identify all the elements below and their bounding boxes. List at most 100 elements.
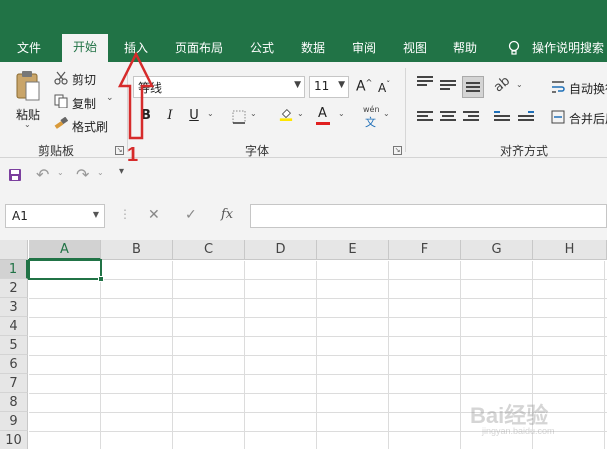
row-header-6[interactable]: 6 xyxy=(0,355,28,374)
italic-button[interactable]: I xyxy=(162,108,178,123)
name-box[interactable]: A1 ▼ xyxy=(5,204,105,228)
chevron-down-icon: ▼ xyxy=(338,80,345,90)
chevron-down-icon: ▼ xyxy=(294,80,301,90)
copy-button[interactable]: 复制 xyxy=(72,95,96,112)
font-name-select[interactable]: 等线 ▼ xyxy=(133,76,305,98)
orientation-icon[interactable]: ab xyxy=(491,74,513,96)
format-painter-button[interactable]: 格式刷 xyxy=(72,118,108,135)
row-header-1[interactable]: 1 xyxy=(0,260,28,279)
chevron-down-icon: ▼ xyxy=(92,210,99,219)
row-header-7[interactable]: 7 xyxy=(0,374,28,393)
row-header-8[interactable]: 8 xyxy=(0,393,28,412)
phonetic-guide-icon[interactable]: 文 xyxy=(365,114,376,130)
scissors-icon xyxy=(54,71,68,85)
borders-dropdown-icon[interactable]: ⌄ xyxy=(250,109,257,118)
fill-handle[interactable] xyxy=(98,276,104,282)
format-painter-icon xyxy=(54,117,68,129)
fill-color-dropdown-icon[interactable]: ⌄ xyxy=(297,109,304,118)
row-header-2[interactable]: 2 xyxy=(0,279,28,298)
insert-function-button[interactable]: fx xyxy=(221,207,233,222)
tab-view[interactable]: 视图 xyxy=(403,40,427,62)
font-color-bar xyxy=(316,122,330,125)
font-launcher-icon[interactable]: ↘ xyxy=(393,146,402,155)
borders-icon[interactable] xyxy=(232,110,246,124)
align-left-icon[interactable] xyxy=(417,111,433,125)
tab-help[interactable]: 帮助 xyxy=(453,40,477,62)
align-right-icon[interactable] xyxy=(463,111,479,125)
quick-access-toolbar: ↶ ⌄ ↷ ⌄ ▾ xyxy=(0,158,607,192)
copy-icon xyxy=(54,94,68,108)
font-size-select[interactable]: 11 ▼ xyxy=(309,76,349,98)
row-header-5[interactable]: 5 xyxy=(0,336,28,355)
redo-dropdown-icon[interactable]: ⌄ xyxy=(97,168,104,177)
column-header-g[interactable]: G xyxy=(461,240,533,260)
wrap-text-button[interactable]: 自动换行 xyxy=(569,80,607,97)
save-icon[interactable] xyxy=(8,168,22,182)
align-center-icon[interactable] xyxy=(440,111,456,125)
annotation-step-number: 1 xyxy=(127,144,139,166)
undo-icon[interactable]: ↶ xyxy=(36,165,49,184)
cancel-icon[interactable]: ✕ xyxy=(148,207,160,223)
tab-review[interactable]: 审阅 xyxy=(352,40,376,62)
column-header-c[interactable]: C xyxy=(173,240,245,260)
tab-data[interactable]: 数据 xyxy=(301,40,325,62)
increase-indent-icon[interactable] xyxy=(518,111,534,125)
middle-align-icon[interactable] xyxy=(440,80,456,94)
column-header-h[interactable]: H xyxy=(533,240,607,260)
underline-dropdown-icon[interactable]: ⌄ xyxy=(207,109,214,118)
orientation-dropdown-icon[interactable]: ⌄ xyxy=(516,80,523,89)
font-color-dropdown-icon[interactable]: ⌄ xyxy=(338,109,345,118)
tab-home[interactable]: 开始 xyxy=(62,34,109,62)
alignment-group-label: 对齐方式 xyxy=(500,144,549,158)
ribbon-tab-bar: 文件 开始 插入 页面布局 公式 数据 审阅 视图 帮助 操作说明搜索 xyxy=(0,0,607,62)
font-color-icon[interactable]: A xyxy=(318,106,327,121)
watermark-logo: Bai经验 jingyan.baidu.com xyxy=(462,392,582,436)
bottom-align-icon[interactable] xyxy=(462,76,484,98)
customize-qat-icon[interactable]: ▾ xyxy=(119,166,124,177)
tab-file[interactable]: 文件 xyxy=(17,40,41,62)
tab-page-layout[interactable]: 页面布局 xyxy=(175,40,223,62)
phonetic-label: wén xyxy=(363,105,380,114)
phonetic-dropdown-icon[interactable]: ⌄ xyxy=(383,109,390,118)
cut-button[interactable]: 剪切 xyxy=(72,71,96,88)
redo-icon[interactable]: ↷ xyxy=(76,165,89,184)
top-align-icon[interactable] xyxy=(417,76,433,90)
paste-icon[interactable] xyxy=(15,70,41,104)
row-header-10[interactable]: 10 xyxy=(0,431,28,449)
decrease-font-size-icon[interactable]: Aˇ xyxy=(378,80,390,95)
clipboard-launcher-icon[interactable]: ↘ xyxy=(115,146,124,155)
tell-me-search[interactable]: 操作说明搜索 xyxy=(532,40,604,62)
annotation-arrow-icon xyxy=(117,52,155,140)
paste-dropdown-icon[interactable]: ⌄ xyxy=(24,120,31,129)
column-header-d[interactable]: D xyxy=(245,240,317,260)
enter-icon[interactable]: ✓ xyxy=(185,207,197,223)
merge-center-button[interactable]: 合并后居中 xyxy=(569,110,607,127)
active-cell-a1[interactable] xyxy=(28,259,102,280)
column-header-f[interactable]: F xyxy=(389,240,461,260)
lightbulb-icon[interactable] xyxy=(507,40,521,56)
clipboard-group-label: 剪贴板 xyxy=(38,144,75,158)
increase-font-size-icon[interactable]: A^ xyxy=(356,78,372,95)
font-group-label: 字体 xyxy=(245,144,270,158)
group-divider xyxy=(405,68,406,152)
decrease-indent-icon[interactable] xyxy=(494,111,510,125)
column-header-b[interactable]: B xyxy=(101,240,173,260)
column-header-a[interactable]: A xyxy=(29,240,101,260)
row-header-3[interactable]: 3 xyxy=(0,298,28,317)
wrap-text-icon xyxy=(552,81,565,93)
fill-color-icon[interactable] xyxy=(279,107,293,121)
row-header-9[interactable]: 9 xyxy=(0,412,28,431)
tab-formulas[interactable]: 公式 xyxy=(250,40,274,62)
underline-button[interactable]: U xyxy=(186,108,202,123)
ribbon-home: 粘贴 ⌄ 剪切 复制 ⌄ 格式刷 剪贴板 ↘ 等线 ▼ 11 ▼ A^ Aˇ B… xyxy=(0,62,607,158)
merge-center-icon xyxy=(551,110,565,124)
row-header-4[interactable]: 4 xyxy=(0,317,28,336)
copy-dropdown-icon[interactable]: ⌄ xyxy=(106,93,114,103)
select-all-corner[interactable] xyxy=(0,240,28,260)
formula-input[interactable] xyxy=(250,204,607,228)
formula-bar: A1 ▼ ⋮ ✕ ✓ fx xyxy=(0,192,607,240)
watermark-url: jingyan.baidu.com xyxy=(482,426,555,436)
undo-dropdown-icon[interactable]: ⌄ xyxy=(57,168,64,177)
grip-icon: ⋮ xyxy=(119,207,131,221)
column-header-e[interactable]: E xyxy=(317,240,389,260)
